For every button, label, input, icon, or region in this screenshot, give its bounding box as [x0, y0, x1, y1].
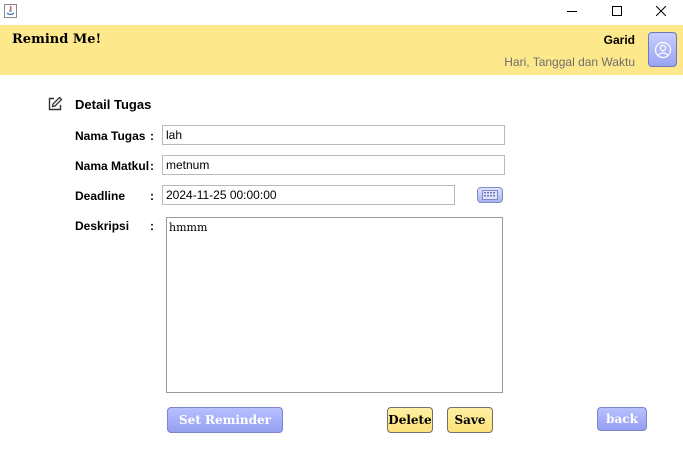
- close-button[interactable]: [638, 0, 683, 22]
- datetime-label: Hari, Tanggal dan Waktu: [504, 55, 635, 69]
- deskripsi-colon: :: [150, 219, 154, 233]
- nama-tugas-input[interactable]: lah: [162, 125, 505, 145]
- maximize-icon: [612, 6, 622, 16]
- back-button[interactable]: back: [597, 407, 647, 431]
- profile-button[interactable]: [648, 32, 677, 67]
- nama-tugas-label: Nama Tugas: [75, 129, 146, 143]
- minimize-button[interactable]: [549, 0, 595, 22]
- deadline-input[interactable]: 2024-11-25 00:00:00: [162, 185, 455, 205]
- app-title: Remind Me!: [12, 32, 102, 47]
- edit-icon: [47, 96, 63, 112]
- window-titlebar: [0, 0, 683, 25]
- user-profile-icon: [654, 41, 671, 58]
- minimize-icon: [567, 11, 577, 12]
- deadline-label: Deadline: [75, 189, 126, 203]
- app-header: Remind Me! Garid Hari, Tanggal dan Waktu: [0, 25, 683, 75]
- nama-matkul-colon: :: [150, 159, 154, 173]
- calendar-icon: [482, 190, 498, 200]
- maximize-button[interactable]: [594, 0, 640, 22]
- nama-matkul-label: Nama Matkul: [75, 159, 150, 173]
- nama-tugas-colon: :: [150, 129, 154, 143]
- deskripsi-label: Deskripsi: [75, 219, 130, 233]
- nama-matkul-input[interactable]: metnum: [162, 155, 505, 175]
- deadline-colon: :: [150, 189, 154, 203]
- section-title: Detail Tugas: [75, 97, 152, 112]
- username-label: Garid: [603, 33, 635, 47]
- delete-button[interactable]: Delete: [387, 407, 433, 433]
- close-icon: [656, 6, 666, 16]
- calendar-button[interactable]: [477, 187, 503, 203]
- set-reminder-button[interactable]: Set Reminder: [167, 407, 283, 433]
- save-button[interactable]: Save: [447, 407, 493, 433]
- java-app-icon: [4, 3, 17, 18]
- deskripsi-textarea[interactable]: hmmm: [166, 217, 503, 393]
